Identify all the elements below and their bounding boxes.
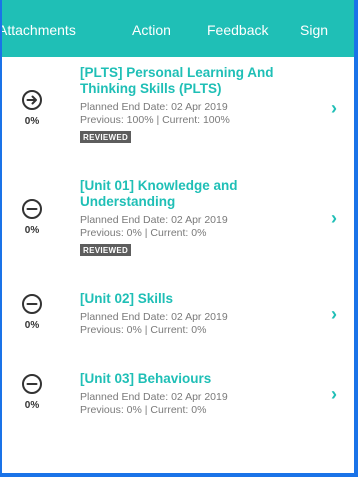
minus-circle-icon bbox=[22, 294, 42, 314]
tab-action[interactable]: Action bbox=[132, 21, 171, 39]
list-item[interactable]: 0% [Unit 03] Behaviours Planned End Date… bbox=[2, 371, 354, 427]
chevron-right-icon[interactable]: › bbox=[331, 209, 337, 227]
planned-end-date: Planned End Date: 02 Apr 2019 bbox=[80, 391, 228, 403]
status-indicator: 0% bbox=[18, 373, 46, 411]
list-item[interactable]: 0% [Unit 02] Skills Planned End Date: 02… bbox=[2, 291, 354, 347]
tab-feedback[interactable]: Feedback bbox=[207, 21, 268, 39]
app-frame: Attachments Action Feedback Sign 0% [PLT… bbox=[0, 0, 358, 477]
item-title: [Unit 03] Behaviours bbox=[80, 371, 212, 386]
percent-label: 0% bbox=[24, 400, 40, 411]
percent-label: 0% bbox=[24, 320, 40, 331]
arrow-right-circle-icon bbox=[22, 90, 42, 110]
status-indicator: 0% bbox=[18, 293, 46, 331]
item-title: [Unit 02] Skills bbox=[80, 291, 174, 306]
chevron-right-icon[interactable]: › bbox=[331, 385, 337, 403]
item-info: [Unit 01] Knowledge and Understanding Pl… bbox=[80, 178, 320, 258]
progress-text: Previous: 100% | Current: 100% bbox=[80, 114, 230, 126]
progress-text: Previous: 0% | Current: 0% bbox=[80, 324, 207, 336]
reviewed-badge: REVIEWED bbox=[80, 244, 132, 256]
minus-circle-icon bbox=[22, 374, 42, 394]
progress-text: Previous: 0% | Current: 0% bbox=[80, 404, 207, 416]
list-item[interactable]: 0% [PLTS] Personal Learning And Thinking… bbox=[2, 65, 354, 155]
tab-bar: Attachments Action Feedback Sign bbox=[2, 0, 354, 57]
reviewed-badge: REVIEWED bbox=[80, 131, 132, 143]
minus-circle-icon bbox=[22, 199, 42, 219]
item-info: [Unit 03] Behaviours Planned End Date: 0… bbox=[80, 371, 320, 417]
list-item[interactable]: 0% [Unit 01] Knowledge and Understanding… bbox=[2, 178, 354, 268]
planned-end-date: Planned End Date: 02 Apr 2019 bbox=[80, 101, 228, 113]
percent-label: 0% bbox=[24, 116, 40, 127]
chevron-right-icon[interactable]: › bbox=[331, 305, 337, 323]
item-title: [PLTS] Personal Learning And Thinking Sk… bbox=[80, 65, 274, 96]
planned-end-date: Planned End Date: 02 Apr 2019 bbox=[80, 214, 228, 226]
item-info: [Unit 02] Skills Planned End Date: 02 Ap… bbox=[80, 291, 320, 337]
item-info: [PLTS] Personal Learning And Thinking Sk… bbox=[80, 65, 320, 145]
chevron-right-icon[interactable]: › bbox=[331, 99, 337, 117]
item-title: [Unit 01] Knowledge and Understanding bbox=[80, 178, 238, 209]
percent-label: 0% bbox=[24, 225, 40, 236]
status-indicator: 0% bbox=[18, 198, 46, 236]
planned-end-date: Planned End Date: 02 Apr 2019 bbox=[80, 311, 228, 323]
progress-text: Previous: 0% | Current: 0% bbox=[80, 227, 207, 239]
tab-sign[interactable]: Sign bbox=[300, 21, 328, 39]
status-indicator: 0% bbox=[18, 89, 46, 127]
tab-attachments[interactable]: Attachments bbox=[2, 21, 76, 39]
